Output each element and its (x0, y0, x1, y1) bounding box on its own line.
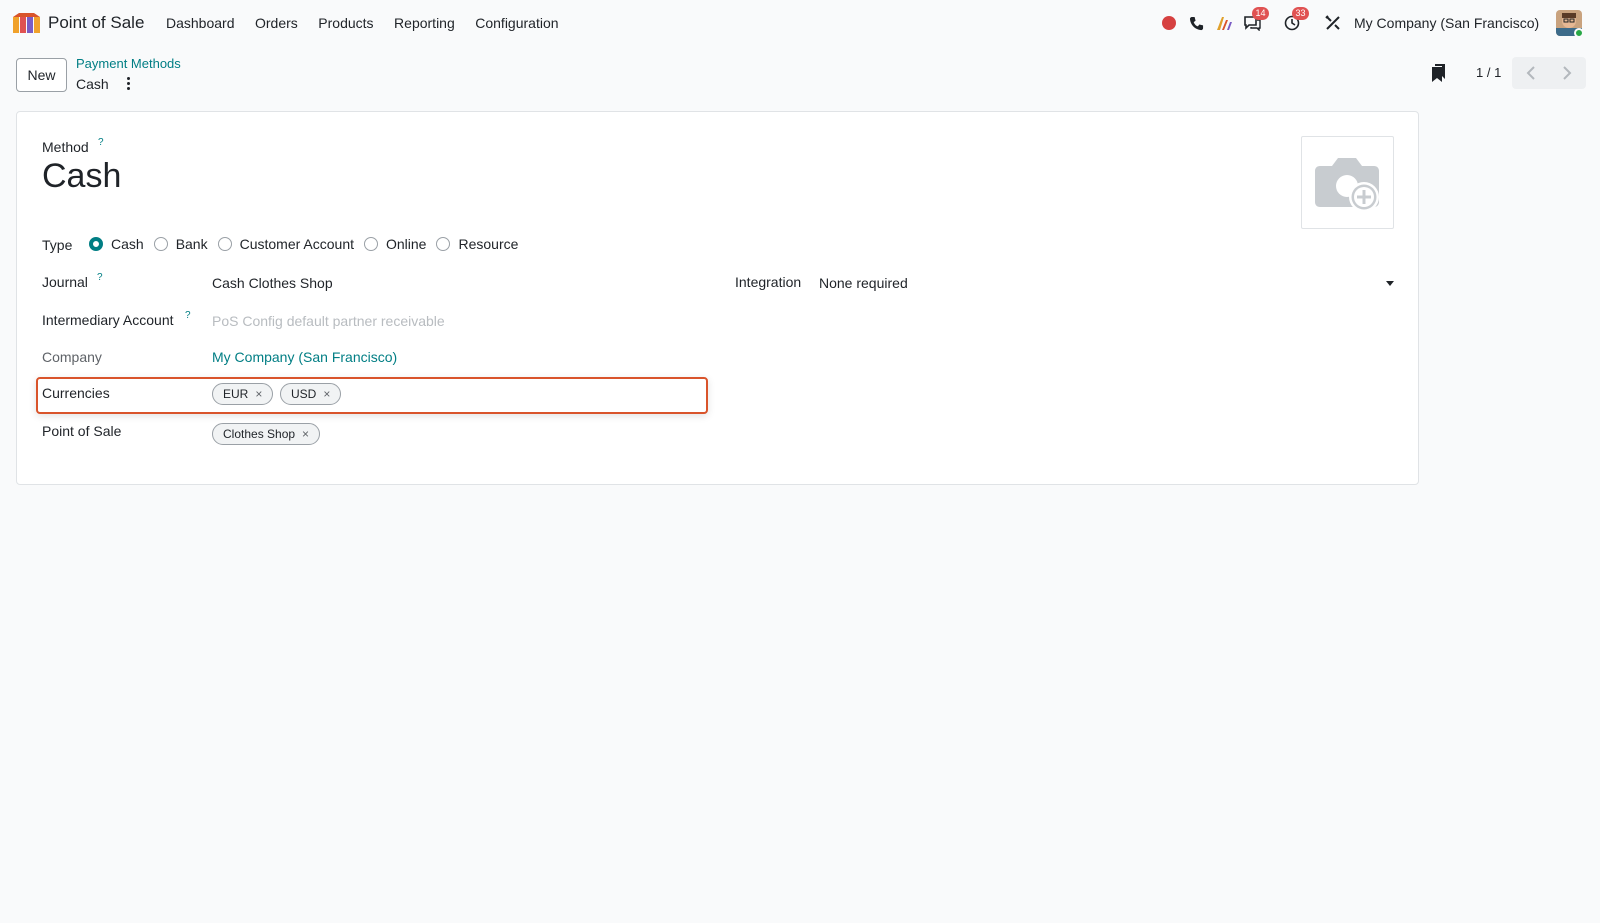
type-option-label: Cash (111, 236, 144, 252)
method-label: Method (42, 139, 89, 155)
top-navbar: Point of Sale Dashboard Orders Products … (0, 0, 1600, 46)
messages-icon[interactable]: 14 (1243, 7, 1269, 32)
pager-previous-button[interactable] (1512, 57, 1549, 89)
point-of-sale-label: Point of Sale (42, 423, 122, 439)
record-icon[interactable] (1160, 14, 1178, 32)
menu-orders[interactable]: Orders (255, 15, 298, 31)
method-help-icon[interactable]: ? (98, 137, 104, 148)
menu-products[interactable]: Products (318, 15, 373, 31)
chevron-right-icon (1563, 66, 1572, 80)
radio-unchecked-icon[interactable] (217, 237, 232, 251)
activities-clock-icon[interactable]: 33 (1283, 7, 1309, 32)
company-link[interactable]: My Company (San Francisco) (212, 349, 397, 365)
menu-dashboard[interactable]: Dashboard (166, 15, 235, 31)
main-menu: Dashboard Orders Products Reporting Conf… (166, 15, 579, 31)
currencies-label: Currencies (42, 385, 110, 401)
radio-unchecked-icon[interactable] (364, 237, 378, 251)
image-upload-field[interactable] (1301, 136, 1394, 229)
type-option-label: Customer Account (239, 236, 354, 252)
tag-label: USD (291, 387, 317, 401)
radio-checked-icon[interactable] (89, 237, 103, 251)
type-option-label: Resource (458, 236, 519, 252)
remove-tag-icon[interactable]: × (302, 427, 309, 441)
journal-help-icon[interactable]: ? (97, 272, 103, 283)
type-option-resource[interactable]: Resource (436, 236, 518, 252)
currency-tag-eur[interactable]: EUR × (212, 383, 274, 405)
tag-label: Clothes Shop (223, 427, 296, 441)
ai-icon[interactable] (1215, 14, 1233, 32)
company-switcher[interactable]: My Company (San Francisco) (1354, 15, 1539, 31)
integration-label: Integration (735, 274, 802, 290)
type-option-label: Bank (175, 236, 208, 252)
pos-app-icon[interactable] (13, 13, 40, 33)
intermediary-account-help-icon[interactable]: ? (185, 310, 191, 321)
integration-select[interactable]: None required (819, 275, 908, 291)
actions-menu-icon[interactable] (123, 74, 133, 92)
journal-field[interactable]: Cash Clothes Shop (212, 275, 333, 291)
phone-icon[interactable] (1187, 14, 1205, 32)
type-label: Type (42, 237, 73, 253)
integration-dropdown-caret-icon[interactable] (1386, 281, 1394, 286)
breadcrumb-current-record: Cash (76, 76, 109, 92)
camera-add-icon (1314, 157, 1379, 212)
pos-tag-clothes-shop[interactable]: Clothes Shop × (212, 423, 321, 445)
type-radio-group: Cash Bank Customer Account Online Resour… (89, 236, 528, 252)
menu-reporting[interactable]: Reporting (394, 15, 455, 31)
intermediary-account-field[interactable]: PoS Config default partner receivable (212, 313, 445, 329)
type-option-bank[interactable]: Bank (153, 236, 208, 252)
remove-tag-icon[interactable]: × (255, 387, 262, 401)
remove-tag-icon[interactable]: × (323, 387, 330, 401)
online-status-dot (1574, 28, 1584, 38)
type-option-customer-account[interactable]: Customer Account (217, 236, 354, 252)
breadcrumb-payment-methods[interactable]: Payment Methods (76, 56, 181, 71)
messages-badge: 14 (1252, 7, 1269, 20)
pager-buttons (1512, 57, 1586, 89)
intermediary-account-label: Intermediary Account (42, 312, 174, 328)
tag-label: EUR (223, 387, 249, 401)
method-name-input[interactable]: Cash (42, 157, 121, 196)
pager-value[interactable]: 1 / 1 (1476, 65, 1501, 80)
type-option-online[interactable]: Online (364, 236, 426, 252)
tools-icon[interactable] (1324, 14, 1342, 32)
pager-next-button[interactable] (1549, 57, 1586, 89)
journal-label: Journal (42, 274, 88, 290)
company-label: Company (42, 349, 102, 365)
activities-badge: 33 (1292, 7, 1309, 20)
bookmark-icon[interactable] (1432, 64, 1446, 82)
type-option-label: Online (386, 236, 427, 252)
menu-configuration[interactable]: Configuration (475, 15, 558, 31)
app-title[interactable]: Point of Sale (48, 13, 144, 33)
currencies-field-highlight (36, 377, 708, 414)
radio-unchecked-icon[interactable] (153, 237, 168, 251)
new-button[interactable]: New (16, 58, 67, 92)
currency-tag-usd[interactable]: USD × (280, 383, 342, 405)
chevron-left-icon (1526, 66, 1535, 80)
type-option-cash[interactable]: Cash (89, 236, 144, 252)
radio-unchecked-icon[interactable] (436, 237, 451, 251)
